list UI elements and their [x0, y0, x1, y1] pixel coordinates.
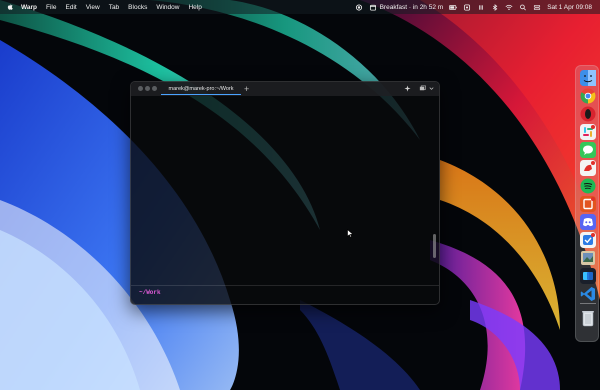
office-icon: [580, 196, 596, 212]
vscode-icon: [580, 287, 595, 301]
opera-icon: [580, 106, 596, 122]
menu-app-name[interactable]: Warp: [21, 4, 37, 11]
battery-icon[interactable]: [449, 4, 457, 11]
chrome-icon: [580, 88, 596, 104]
apple-icon[interactable]: [6, 3, 14, 11]
search-icon[interactable]: [519, 4, 527, 11]
dock-tasks[interactable]: [580, 232, 596, 248]
dock-warp[interactable]: [580, 268, 596, 284]
warp-icon: [580, 268, 596, 284]
bear-icon: [580, 160, 596, 176]
dock: [575, 65, 599, 342]
tasks-icon: [580, 232, 596, 248]
dock-messages[interactable]: [580, 142, 596, 158]
menu-edit[interactable]: Edit: [66, 4, 77, 11]
calendar-icon: [369, 4, 376, 11]
calendar-event-text: Breakfast · in 2h 52 m: [379, 3, 444, 11]
menu-bar: Warp File Edit View Tab Blocks Window He…: [0, 0, 600, 14]
pause-icon[interactable]: [477, 4, 485, 11]
new-tab-button[interactable]: +: [244, 83, 249, 95]
dock-trash[interactable]: [580, 310, 596, 327]
minimize-button[interactable]: [145, 86, 150, 91]
preview-icon: [581, 251, 595, 265]
control-center-icon[interactable]: [533, 4, 541, 11]
dock-discord[interactable]: [580, 214, 596, 230]
menu-window[interactable]: Window: [156, 4, 179, 11]
bluetooth-icon[interactable]: [491, 3, 499, 11]
spotify-icon: [580, 178, 596, 194]
warp-drive-icon[interactable]: [419, 85, 426, 92]
dock-slack[interactable]: [580, 124, 596, 140]
dock-preview[interactable]: [580, 250, 596, 266]
tab-title: marek@marek-pro:~/Work: [168, 86, 234, 92]
finder-icon: [580, 70, 596, 86]
menu-file[interactable]: File: [46, 4, 56, 11]
mouse-cursor-icon: [347, 229, 354, 238]
close-button[interactable]: [138, 86, 143, 91]
trash-icon: [582, 311, 594, 327]
dock-bear[interactable]: [580, 160, 596, 176]
title-bar[interactable]: marek@marek-pro:~/Work +: [131, 82, 439, 96]
dock-separator: [580, 303, 596, 304]
discord-icon: [580, 214, 596, 230]
dock-chrome[interactable]: [580, 88, 596, 104]
zoom-button[interactable]: [152, 86, 157, 91]
dock-office[interactable]: [580, 196, 596, 212]
dock-finder[interactable]: [580, 70, 596, 86]
chevron-down-icon[interactable]: [428, 85, 435, 92]
dock-vscode[interactable]: [580, 286, 596, 302]
prompt-input[interactable]: ~/Work: [139, 289, 161, 296]
menubar-clock[interactable]: Sat 1 Apr 09:08: [547, 4, 592, 11]
calendar-event[interactable]: Breakfast · in 2h 52 m: [369, 3, 444, 11]
menu-extra-icon[interactable]: [463, 3, 471, 11]
record-icon[interactable]: [355, 3, 363, 11]
menu-help[interactable]: Help: [188, 4, 201, 11]
ai-sparkle-icon[interactable]: [404, 85, 411, 92]
slack-icon: [580, 124, 596, 140]
scrollbar[interactable]: [433, 234, 436, 258]
prompt-divider: [131, 285, 439, 286]
menu-blocks[interactable]: Blocks: [128, 4, 147, 11]
dock-opera[interactable]: [580, 106, 596, 122]
terminal-window: marek@marek-pro:~/Work + ~/Work: [130, 81, 440, 305]
wifi-icon[interactable]: [505, 4, 513, 11]
menu-view[interactable]: View: [86, 4, 100, 11]
messages-icon: [580, 142, 596, 158]
menu-tab[interactable]: Tab: [109, 4, 119, 11]
prompt-path: ~/Work: [139, 289, 161, 296]
dock-spotify[interactable]: [580, 178, 596, 194]
tab-terminal-session[interactable]: marek@marek-pro:~/Work: [161, 84, 241, 95]
